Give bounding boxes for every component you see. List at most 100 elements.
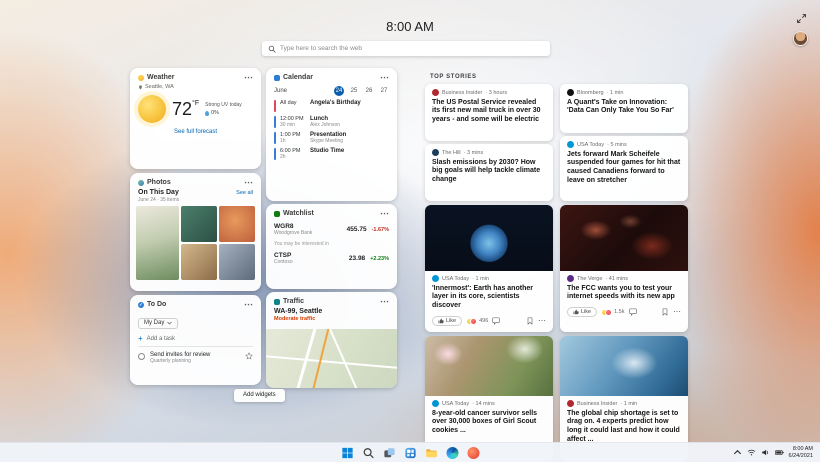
- photo-thumbnail[interactable]: [219, 244, 255, 280]
- weather-current: 72°F Strong UV today 0%: [130, 90, 261, 125]
- calendar-event[interactable]: All day Angela's Birthday: [274, 100, 389, 112]
- traffic-widget-header: Traffic ⋯: [266, 292, 397, 308]
- source-favicon: [567, 89, 574, 96]
- photo-thumbnail[interactable]: [136, 206, 179, 280]
- edge-button[interactable]: [446, 446, 459, 459]
- tray-date: 6/24/2021: [789, 453, 813, 460]
- like-button[interactable]: Like: [567, 307, 597, 317]
- watchlist-more-icon[interactable]: ⋯: [380, 211, 389, 216]
- file-explorer-button[interactable]: [425, 446, 438, 459]
- battery-icon[interactable]: [775, 448, 784, 457]
- event-color-bar: [274, 148, 276, 160]
- article-actions: Like 496 ⋯: [425, 313, 553, 331]
- thumbs-up-icon: [438, 318, 444, 324]
- bookmark-icon[interactable]: [526, 317, 534, 325]
- source-name: USA Today: [442, 401, 469, 407]
- source-name: USA Today: [577, 142, 604, 148]
- news-image-card[interactable]: The Verge 41 mins The FCC wants you to t…: [560, 205, 688, 332]
- photo-thumbnail[interactable]: [181, 244, 217, 280]
- user-avatar[interactable]: [793, 31, 808, 46]
- news-story-card[interactable]: Bloomberg 1 min A Quant's Take on Innova…: [560, 84, 688, 133]
- todo-widget-header: ✓ To Do ⋯: [130, 295, 261, 311]
- event-time: 6:00 PM2h: [280, 148, 306, 160]
- photos-more-icon[interactable]: ⋯: [244, 180, 253, 185]
- star-icon[interactable]: [245, 352, 253, 360]
- news-story-card[interactable]: The Hill 3 mins Slash emissions by 2030?…: [425, 144, 553, 201]
- event-body: LunchAlex Johnson: [310, 116, 340, 128]
- add-widgets-button[interactable]: Add widgets: [234, 389, 285, 402]
- temperature-unit: °F: [192, 100, 199, 107]
- task-view-button[interactable]: [383, 446, 396, 459]
- stock-company: Woodgrove Bank: [274, 230, 312, 236]
- event-color-bar: [274, 116, 276, 128]
- tray-chevron-up-icon[interactable]: [733, 448, 742, 457]
- story-timestamp: 3 mins: [464, 150, 484, 156]
- photos-see-all-link[interactable]: See all: [236, 190, 253, 196]
- calendar-more-icon[interactable]: ⋯: [380, 75, 389, 80]
- weather-forecast-link[interactable]: See full forecast: [130, 125, 261, 135]
- photo-thumbnail[interactable]: [219, 206, 255, 242]
- calendar-event[interactable]: 12:00 PM30 min LunchAlex Johnson: [274, 116, 389, 128]
- calendar-day-selected[interactable]: 24: [334, 86, 344, 96]
- news-story-card[interactable]: USA Today 5 mins Jets forward Mark Schei…: [560, 136, 688, 201]
- todo-list-selector[interactable]: My Day: [138, 318, 178, 329]
- todo-more-icon[interactable]: ⋯: [244, 302, 253, 307]
- comment-icon[interactable]: [629, 308, 637, 316]
- story-timestamp: 1 min: [472, 276, 489, 282]
- weather-condition: Strong UV today: [205, 102, 242, 108]
- calendar-month: June: [274, 88, 287, 94]
- calendar-day[interactable]: 26: [364, 86, 374, 96]
- calendar-event[interactable]: 6:00 PM2h Studio Time: [274, 148, 389, 160]
- more-icon[interactable]: ⋯: [538, 319, 546, 323]
- search-bar[interactable]: [262, 41, 550, 56]
- traffic-map[interactable]: [266, 329, 397, 388]
- news-story-card[interactable]: Business Insider 3 hours The US Postal S…: [425, 84, 553, 141]
- todo-widget[interactable]: ✓ To Do ⋯ My Day + Add a task Send invit…: [130, 295, 261, 385]
- calendar-day[interactable]: 27: [379, 86, 389, 96]
- volume-icon[interactable]: [761, 448, 770, 457]
- tray-clock[interactable]: 8:00 AM 6/24/2021: [789, 446, 813, 460]
- weather-widget[interactable]: Weather ⋯ Seattle, WA 72°F Strong UV tod…: [130, 68, 261, 169]
- traffic-more-icon[interactable]: ⋯: [380, 299, 389, 304]
- photos-widget[interactable]: Photos ⋯ On This Day See all June 24 · 3…: [130, 173, 261, 291]
- news-image-card[interactable]: USA Today 1 min 'Innermost': Earth has a…: [425, 205, 553, 332]
- weather-temperature: 72°F: [172, 100, 199, 118]
- weather-more-icon[interactable]: ⋯: [244, 75, 253, 80]
- search-input[interactable]: [280, 45, 544, 52]
- expand-icon[interactable]: [796, 13, 807, 24]
- weather-widget-header: Weather ⋯: [130, 68, 261, 84]
- source-name: Business Insider: [442, 90, 482, 96]
- source-favicon: [432, 275, 439, 282]
- reaction-emojis[interactable]: 496: [466, 318, 488, 325]
- event-subtitle: Skype Meeting: [310, 138, 346, 144]
- story-source-row: USA Today 1 min: [432, 275, 546, 282]
- calendar-day[interactable]: 25: [349, 86, 359, 96]
- taskbar-search-button[interactable]: [362, 446, 375, 459]
- story-headline: Slash emissions by 2030? How big goals w…: [432, 159, 546, 186]
- stock-quote: 23.98 +2.23%: [349, 255, 389, 262]
- calendar-widget[interactable]: Calendar ⋯ June 24 25 26 27 All day Ange…: [266, 68, 397, 201]
- like-button[interactable]: Like: [432, 316, 462, 326]
- comment-icon[interactable]: [492, 317, 500, 325]
- bookmark-icon[interactable]: [661, 308, 669, 316]
- traffic-widget[interactable]: Traffic ⋯ WA-99, Seattle Moderate traffi…: [266, 292, 397, 388]
- weather-location: Seattle, WA: [145, 84, 174, 90]
- calendar-event[interactable]: 1:00 PM1h PresentationSkype Meeting: [274, 132, 389, 144]
- todo-add-task[interactable]: + Add a task: [138, 333, 253, 347]
- article-body: Business Insider 1 min The global chip s…: [560, 396, 688, 447]
- start-button[interactable]: [341, 446, 354, 459]
- task-checkbox[interactable]: [138, 353, 145, 360]
- wifi-icon[interactable]: [747, 448, 756, 457]
- weather-title: Weather: [147, 74, 175, 81]
- watchlist-stock[interactable]: CTSP Contoso 23.98 +2.23%: [266, 249, 397, 268]
- widgets-button[interactable]: [404, 446, 417, 459]
- system-tray: 8:00 AM 6/24/2021: [733, 446, 820, 460]
- plus-icon: +: [138, 336, 143, 342]
- watchlist-stock[interactable]: WGR8 Woodgrove Bank 455.75 -1.67%: [266, 220, 397, 239]
- pinned-app-button[interactable]: [467, 446, 480, 459]
- more-icon[interactable]: ⋯: [673, 310, 681, 314]
- photo-thumbnail[interactable]: [181, 206, 217, 242]
- watchlist-widget[interactable]: Watchlist ⋯ WGR8 Woodgrove Bank 455.75 -…: [266, 204, 397, 289]
- todo-task-item[interactable]: Send invites for review Quarterly planni…: [138, 352, 253, 364]
- reaction-emojis[interactable]: 1.5k: [601, 309, 624, 316]
